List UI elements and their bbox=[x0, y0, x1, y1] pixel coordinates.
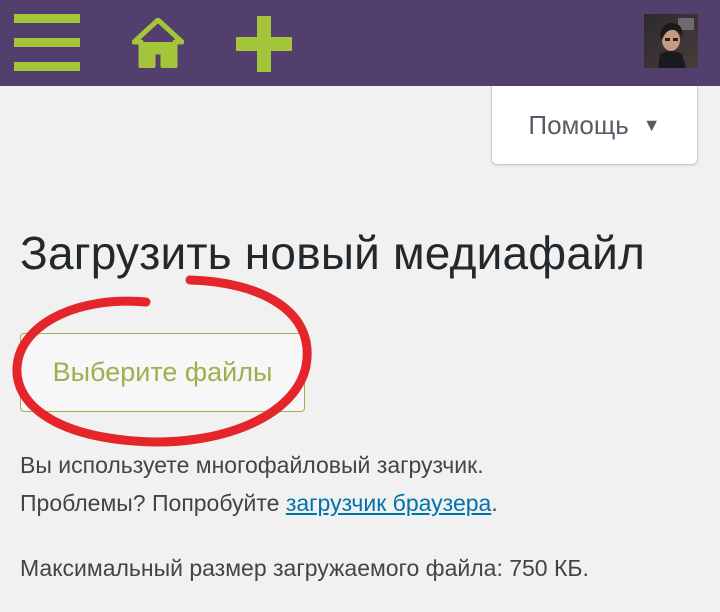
browser-uploader-hint: Проблемы? Попробуйте загрузчик браузера. bbox=[20, 490, 498, 517]
help-label: Помощь bbox=[528, 109, 629, 140]
select-files-button[interactable]: Выберите файлы bbox=[20, 333, 305, 412]
plus-icon[interactable] bbox=[236, 16, 292, 72]
top-toolbar bbox=[0, 0, 720, 86]
home-icon[interactable] bbox=[132, 18, 184, 68]
problems-prefix-text: Проблемы? Попробуйте bbox=[20, 490, 286, 516]
multi-uploader-text: Вы используете многофайловый загрузчик. bbox=[20, 452, 484, 478]
page-title: Загрузить новый медиафайл bbox=[20, 227, 646, 279]
max-upload-size-text: Максимальный размер загружаемого файла: … bbox=[20, 555, 589, 581]
browser-uploader-link[interactable]: загрузчик браузера bbox=[286, 490, 491, 516]
help-dropdown-button[interactable]: Помощь ▼ bbox=[491, 86, 698, 165]
user-avatar[interactable] bbox=[644, 14, 698, 68]
dropdown-arrow-icon: ▼ bbox=[642, 114, 661, 135]
hamburger-menu-icon[interactable] bbox=[14, 14, 80, 72]
problems-suffix-text: . bbox=[491, 490, 498, 516]
